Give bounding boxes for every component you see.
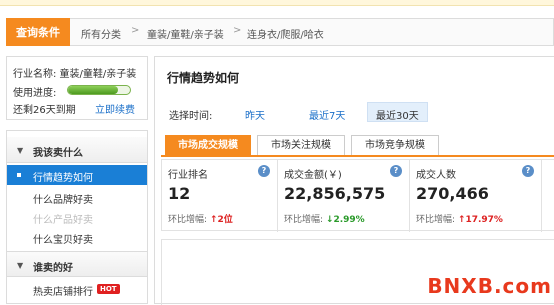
site-watermark: BNXB.com [427, 274, 552, 298]
usage-progress-label: 使用进度: [13, 88, 57, 99]
change-label: 环比增幅: [284, 215, 324, 225]
change-value: 2位 [217, 215, 233, 225]
active-bullet-icon [17, 173, 21, 177]
metric-label: 成交金额(￥) [284, 170, 342, 181]
tab-attention-scale[interactable]: 市场关注规模 [257, 135, 345, 155]
sidebar-item-market-trend[interactable]: 行情趋势如何 [7, 165, 147, 185]
metric-industry-rank: 行业排名 ? 12 环比增幅: ↑2位 [162, 160, 278, 232]
hot-badge: HOT [97, 284, 120, 294]
time-option-yesterday[interactable]: 昨天 [245, 107, 265, 122]
page-title: 行情趋势如何 [167, 71, 240, 85]
change-value: 2.99% [333, 215, 365, 225]
metrics-row: 行业排名 ? 12 环比增幅: ↑2位 成交金额(￥) ? 22,856,575… [161, 159, 554, 232]
query-conditions-button[interactable]: 查询条件 [6, 18, 70, 46]
breadcrumb-item-all-categories[interactable]: 所有分类 [81, 26, 121, 41]
usage-progress-bar [67, 85, 131, 95]
sidebar-item-products: 什么产品好卖 [7, 207, 147, 227]
sidebar-item-label: 什么宝贝好卖 [33, 235, 93, 246]
sidebar-item-hot-shops[interactable]: 热卖店铺排行 HOT [7, 279, 147, 299]
time-option-30-days[interactable]: 最近30天 [367, 102, 428, 122]
breadcrumb-item-onesies[interactable]: 连身衣/爬服/哈衣 [247, 26, 324, 41]
metric-tabs: 市场成交规模 市场关注规模 市场竞争规模 [161, 135, 554, 157]
sidebar-menu: ▼ 我该卖什么 行情趋势如何 什么品牌好卖 什么产品好卖 什么宝贝好卖 ▼ 谁卖… [6, 130, 148, 304]
metric-change: 环比增幅: ↓2.99% [284, 212, 365, 225]
metric-buyer-count: 成交人数 ? 270,466 环比增幅: ↑17.97% [410, 160, 542, 232]
collapse-triangle-icon: ▼ [17, 146, 24, 155]
breadcrumb-separator: > [233, 25, 242, 36]
metric-value: 270,466 [416, 184, 489, 203]
industry-name: 行业名称: 童装/童鞋/亲子装 [13, 69, 137, 80]
sidebar-item-items[interactable]: 什么宝贝好卖 [7, 227, 147, 247]
question-icon[interactable]: ? [522, 165, 534, 177]
change-label: 环比增幅: [416, 215, 456, 225]
menu-group-label: 我该卖什么 [33, 148, 83, 159]
collapse-triangle-icon: ▼ [17, 261, 24, 270]
metric-transaction-amount: 成交金额(￥) ? 22,856,575 环比增幅: ↓2.99% [278, 160, 410, 232]
sidebar-item-label: 行情趋势如何 [33, 173, 93, 184]
metric-value: 22,856,575 [284, 184, 386, 203]
expiry-text: 还剩26天到期 [13, 105, 76, 116]
question-icon[interactable]: ? [390, 165, 402, 177]
main-panel: 行情趋势如何 选择时间: 昨天 最近7天 最近30天 市场成交规模 市场关注规模… [154, 56, 554, 305]
metric-change: 环比增幅: ↑17.97% [416, 212, 503, 225]
menu-group-who-sells-well[interactable]: ▼ 谁卖的好 [7, 251, 147, 277]
time-select-label: 选择时间: [169, 111, 213, 122]
top-strip [0, 0, 554, 6]
menu-group-what-to-sell[interactable]: ▼ 我该卖什么 [7, 137, 147, 163]
breadcrumb-item-kids-clothing[interactable]: 童装/童鞋/亲子装 [147, 26, 224, 41]
tab-transaction-scale[interactable]: 市场成交规模 [165, 135, 251, 155]
sidebar-item-label: 什么品牌好卖 [33, 195, 93, 206]
renew-link[interactable]: 立即续费 [95, 101, 135, 116]
time-option-7-days[interactable]: 最近7天 [309, 107, 345, 122]
metric-label: 行业排名 [168, 170, 208, 181]
change-label: 环比增幅: [168, 215, 208, 225]
subscription-info-panel: 行业名称: 童装/童鞋/亲子装 使用进度: 还剩26天到期 立即续费 [6, 56, 148, 120]
change-value: 17.97% [465, 215, 503, 225]
question-icon[interactable]: ? [258, 165, 270, 177]
breadcrumb-separator: > [131, 25, 140, 36]
menu-group-label: 谁卖的好 [33, 263, 73, 274]
metric-label: 成交人数 [416, 170, 456, 181]
sidebar-item-label: 什么产品好卖 [33, 215, 93, 226]
metric-value: 12 [168, 184, 191, 203]
tab-competition-scale[interactable]: 市场竞争规模 [351, 135, 439, 155]
metric-change: 环比增幅: ↑2位 [168, 212, 233, 225]
sidebar-item-label: 热卖店铺排行 [33, 287, 93, 298]
breadcrumb: 查询条件 所有分类 > 童装/童鞋/亲子装 > 连身衣/爬服/哈衣 [6, 18, 554, 46]
usage-progress-fill [68, 86, 118, 94]
sidebar-item-brands[interactable]: 什么品牌好卖 [7, 187, 147, 207]
